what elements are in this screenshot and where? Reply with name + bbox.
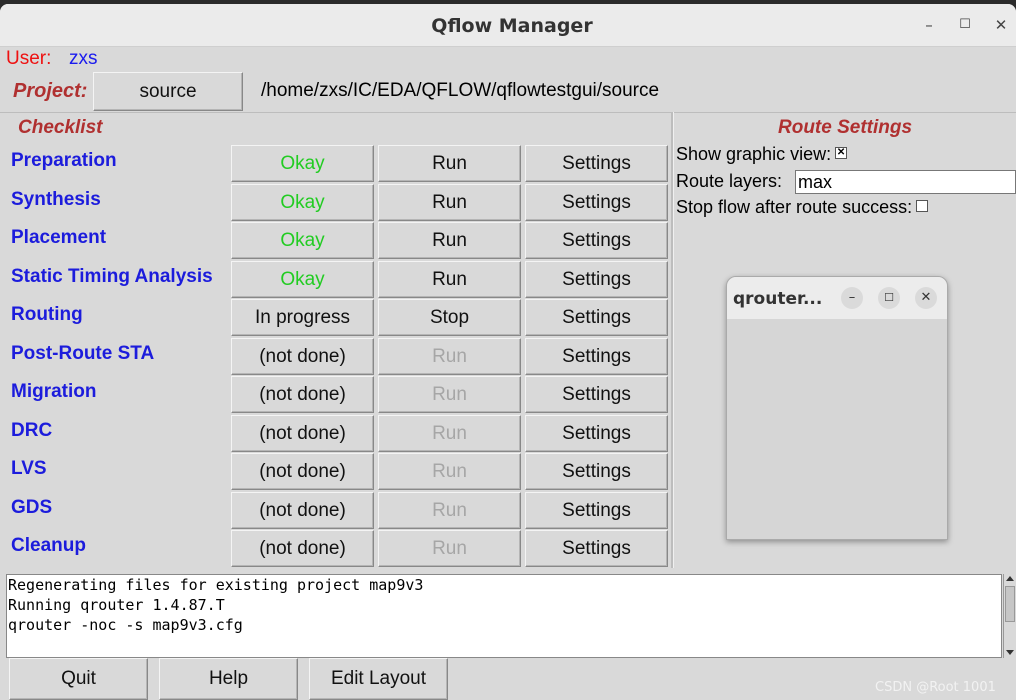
step-name: Migration	[11, 381, 97, 402]
step-action-button[interactable]: Run	[378, 376, 521, 413]
watermark: CSDN @Root 1001	[875, 680, 996, 695]
maximize-icon[interactable]: ☐	[954, 14, 976, 36]
step-name: Preparation	[11, 150, 117, 171]
step-action-button[interactable]: Run	[378, 183, 521, 221]
route-settings-title: Route Settings	[778, 117, 913, 138]
help-button[interactable]: Help	[159, 658, 298, 700]
step-name: GDS	[11, 496, 53, 518]
scroll-thumb[interactable]	[1005, 586, 1015, 622]
route-layers-label: Route layers:	[676, 171, 783, 191]
step-settings-button[interactable]: Settings	[525, 376, 668, 413]
step-action-button[interactable]: Run	[378, 414, 521, 452]
divider	[0, 112, 1016, 113]
step-name: Post-Route STA	[11, 342, 155, 364]
step-status-button[interactable]: (not done)	[231, 414, 374, 452]
step-status-button[interactable]: Okay	[231, 183, 374, 221]
step-name: Routing	[11, 304, 83, 325]
step-name: Synthesis	[11, 188, 101, 210]
qrouter-title-bar[interactable]: qrouter... – ☐ ✕	[727, 277, 947, 319]
step-action-button[interactable]: Run	[378, 491, 521, 529]
step-settings-button[interactable]: Settings	[525, 183, 668, 221]
step-settings-button[interactable]: Settings	[525, 491, 668, 529]
step-name: Cleanup	[11, 535, 86, 556]
maximize-icon[interactable]: ☐	[878, 287, 900, 309]
step-name: Placement	[11, 227, 107, 248]
project-label: Project:	[13, 80, 88, 102]
step-settings-button[interactable]: Settings	[525, 337, 668, 375]
scroll-up-icon[interactable]	[1006, 576, 1014, 581]
project-path: /home/zxs/IC/EDA/QFLOW/qflowtestgui/sour…	[261, 80, 660, 101]
log-output[interactable]: Regenerating files for existing project …	[6, 574, 1002, 658]
project-source-button[interactable]: source	[93, 72, 243, 111]
step-action-button[interactable]: Run	[378, 222, 521, 259]
step-status-button[interactable]: (not done)	[231, 337, 374, 375]
step-settings-button[interactable]: Settings	[525, 414, 668, 452]
minimize-icon[interactable]: –	[841, 287, 863, 309]
step-settings-button[interactable]: Settings	[525, 530, 668, 567]
show-graphic-checkbox[interactable]: ✕	[835, 147, 848, 160]
checklist-title: Checklist	[18, 117, 103, 138]
log-line: Running qrouter 1.4.87.T	[8, 596, 225, 614]
log-line: Regenerating files for existing project …	[8, 576, 424, 594]
scroll-down-icon[interactable]	[1006, 650, 1014, 655]
step-settings-button[interactable]: Settings	[525, 299, 668, 336]
minimize-icon[interactable]: –	[918, 14, 940, 36]
step-action-button[interactable]: Stop	[378, 299, 521, 336]
qflow-manager-window: Qflow Manager – ☐ ✕ User: zxs Project: s…	[0, 4, 1016, 700]
quit-button[interactable]: Quit	[9, 658, 148, 700]
user-name: zxs	[69, 48, 98, 69]
step-action-button[interactable]: Run	[378, 145, 521, 182]
step-status-button[interactable]: Okay	[231, 260, 374, 298]
close-icon[interactable]: ✕	[990, 14, 1012, 36]
step-status-button[interactable]: Okay	[231, 222, 374, 259]
step-status-button[interactable]: In progress	[231, 299, 374, 336]
window-title: Qflow Manager	[431, 15, 593, 37]
step-status-button[interactable]: (not done)	[231, 453, 374, 490]
close-icon[interactable]: ✕	[915, 287, 937, 309]
step-settings-button[interactable]: Settings	[525, 260, 668, 298]
stop-flow-checkbox[interactable]	[916, 200, 929, 213]
stop-flow-row: Stop flow after route success:	[676, 197, 929, 218]
step-name: LVS	[11, 458, 47, 479]
step-name: DRC	[11, 419, 53, 441]
title-bar[interactable]: Qflow Manager – ☐ ✕	[0, 4, 1016, 47]
step-action-button[interactable]: Run	[378, 260, 521, 298]
show-graphic-row: Show graphic view: ✕	[676, 144, 848, 165]
step-name: Static Timing Analysis	[11, 265, 213, 287]
step-action-button[interactable]: Run	[378, 453, 521, 490]
step-action-button[interactable]: Run	[378, 530, 521, 567]
step-settings-button[interactable]: Settings	[525, 222, 668, 259]
show-graphic-label: Show graphic view:	[676, 144, 832, 164]
step-settings-button[interactable]: Settings	[525, 453, 668, 490]
user-label: User:	[6, 48, 52, 69]
divider	[671, 112, 674, 568]
step-settings-button[interactable]: Settings	[525, 145, 668, 182]
log-scrollbar[interactable]	[1003, 574, 1016, 658]
route-layers-input[interactable]: max	[795, 170, 1016, 194]
step-status-button[interactable]: Okay	[231, 145, 374, 182]
qrouter-window[interactable]: qrouter... – ☐ ✕	[726, 276, 948, 540]
qrouter-title: qrouter...	[733, 289, 823, 309]
stop-flow-label: Stop flow after route success:	[676, 197, 913, 217]
step-status-button[interactable]: (not done)	[231, 530, 374, 567]
log-line: qrouter -noc -s map9v3.cfg	[8, 616, 243, 634]
step-action-button[interactable]: Run	[378, 337, 521, 375]
edit-layout-button[interactable]: Edit Layout	[309, 658, 448, 700]
step-status-button[interactable]: (not done)	[231, 491, 374, 529]
step-status-button[interactable]: (not done)	[231, 376, 374, 413]
